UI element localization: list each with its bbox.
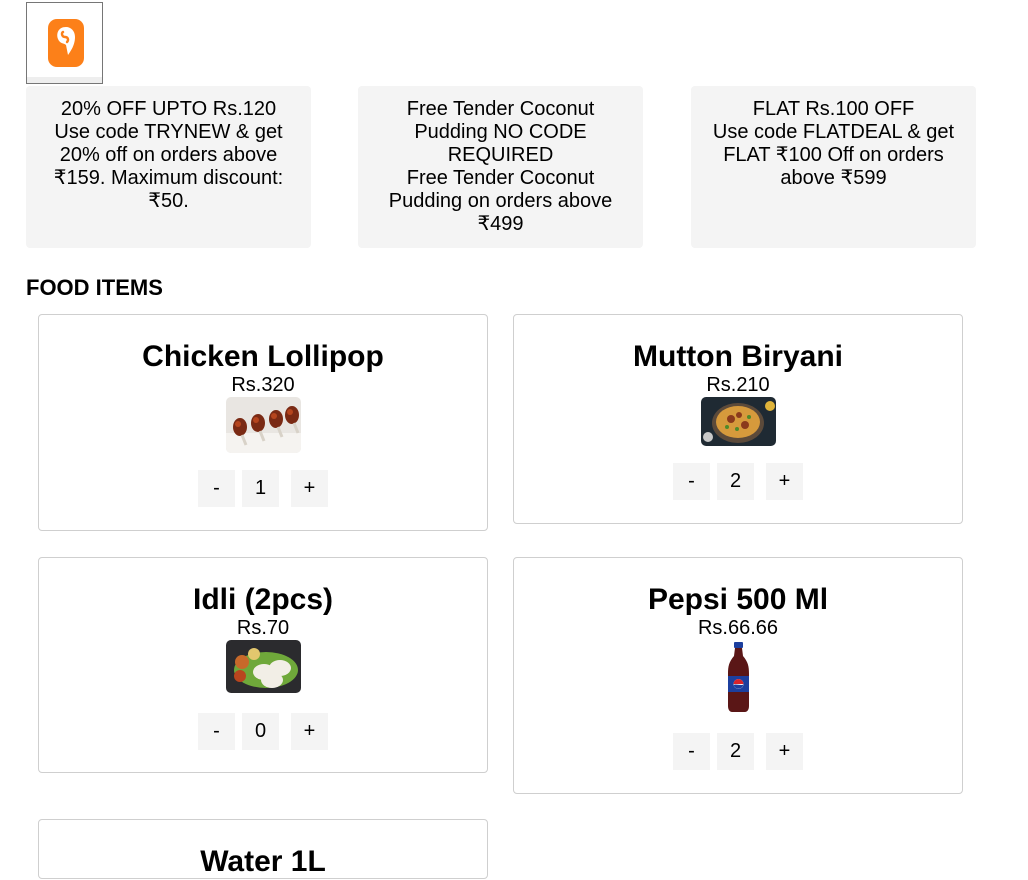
offer-description: Free Tender Coconut Pudding on orders ab… — [388, 167, 613, 235]
decrease-quantity-button[interactable]: - — [673, 463, 710, 500]
item-name: Pepsi 500 Ml — [647, 583, 829, 616]
logo-footer-bar — [27, 77, 102, 83]
food-item-card: Pepsi 500 Ml Rs.66.66 - 2 + — [513, 557, 963, 794]
offer-description: Use code TRYNEW & get 20% off on orders … — [53, 121, 284, 212]
offer-title: FLAT Rs.100 OFF — [752, 98, 915, 120]
chicken-lollipop-image — [226, 397, 301, 453]
quantity-stepper: - 0 + — [198, 713, 328, 750]
increase-quantity-button[interactable]: + — [291, 713, 328, 750]
item-price: Rs.66.66 — [697, 617, 779, 639]
item-name: Idli (2pcs) — [192, 583, 334, 616]
item-name: Mutton Biryani — [633, 340, 843, 373]
item-image — [701, 640, 776, 714]
food-item-card: Mutton Biryani Rs.210 - 2 + — [513, 314, 963, 524]
mutton-biryani-image — [701, 397, 776, 446]
offer-card-2: Free Tender Coconut Pudding NO CODE REQU… — [358, 86, 643, 248]
swiggy-logo-icon — [48, 19, 84, 67]
decrease-quantity-button[interactable]: - — [198, 713, 235, 750]
section-title: FOOD ITEMS — [26, 275, 163, 300]
food-item-card: Chicken Lollipop Rs.320 - 1 + — [38, 314, 488, 531]
decrease-quantity-button[interactable]: - — [198, 470, 235, 507]
item-name: Water 1L — [200, 845, 326, 878]
offer-title: 20% OFF UPTO Rs.120 — [60, 98, 277, 120]
item-image — [701, 397, 776, 446]
quantity-value: 2 — [717, 463, 754, 500]
offer-card-1: 20% OFF UPTO Rs.120 Use code TRYNEW & ge… — [26, 86, 311, 248]
offer-description: Use code FLATDEAL & get FLAT ₹100 Off on… — [712, 121, 955, 189]
item-name: Chicken Lollipop — [142, 340, 384, 373]
food-item-card: Idli (2pcs) Rs.70 - 0 + — [38, 557, 488, 773]
quantity-stepper: - 2 + — [673, 463, 803, 500]
decrease-quantity-button[interactable]: - — [673, 733, 710, 770]
item-image — [226, 640, 301, 693]
quantity-value: 0 — [242, 713, 279, 750]
quantity-stepper: - 2 + — [673, 733, 803, 770]
idli-image — [226, 640, 301, 693]
pepsi-bottle-image — [701, 640, 776, 714]
offer-card-3: FLAT Rs.100 OFF Use code FLATDEAL & get … — [691, 86, 976, 248]
food-item-card: Water 1L — [38, 819, 488, 879]
item-image — [226, 397, 301, 453]
item-price: Rs.320 — [231, 374, 295, 396]
offer-title: Free Tender Coconut Pudding NO CODE REQU… — [406, 98, 595, 166]
increase-quantity-button[interactable]: + — [291, 470, 328, 507]
increase-quantity-button[interactable]: + — [766, 733, 803, 770]
increase-quantity-button[interactable]: + — [766, 463, 803, 500]
item-price: Rs.210 — [706, 374, 770, 396]
logo-container[interactable] — [26, 2, 103, 84]
quantity-value: 2 — [717, 733, 754, 770]
quantity-value: 1 — [242, 470, 279, 507]
item-price: Rs.70 — [236, 617, 290, 639]
quantity-stepper: - 1 + — [198, 470, 328, 507]
